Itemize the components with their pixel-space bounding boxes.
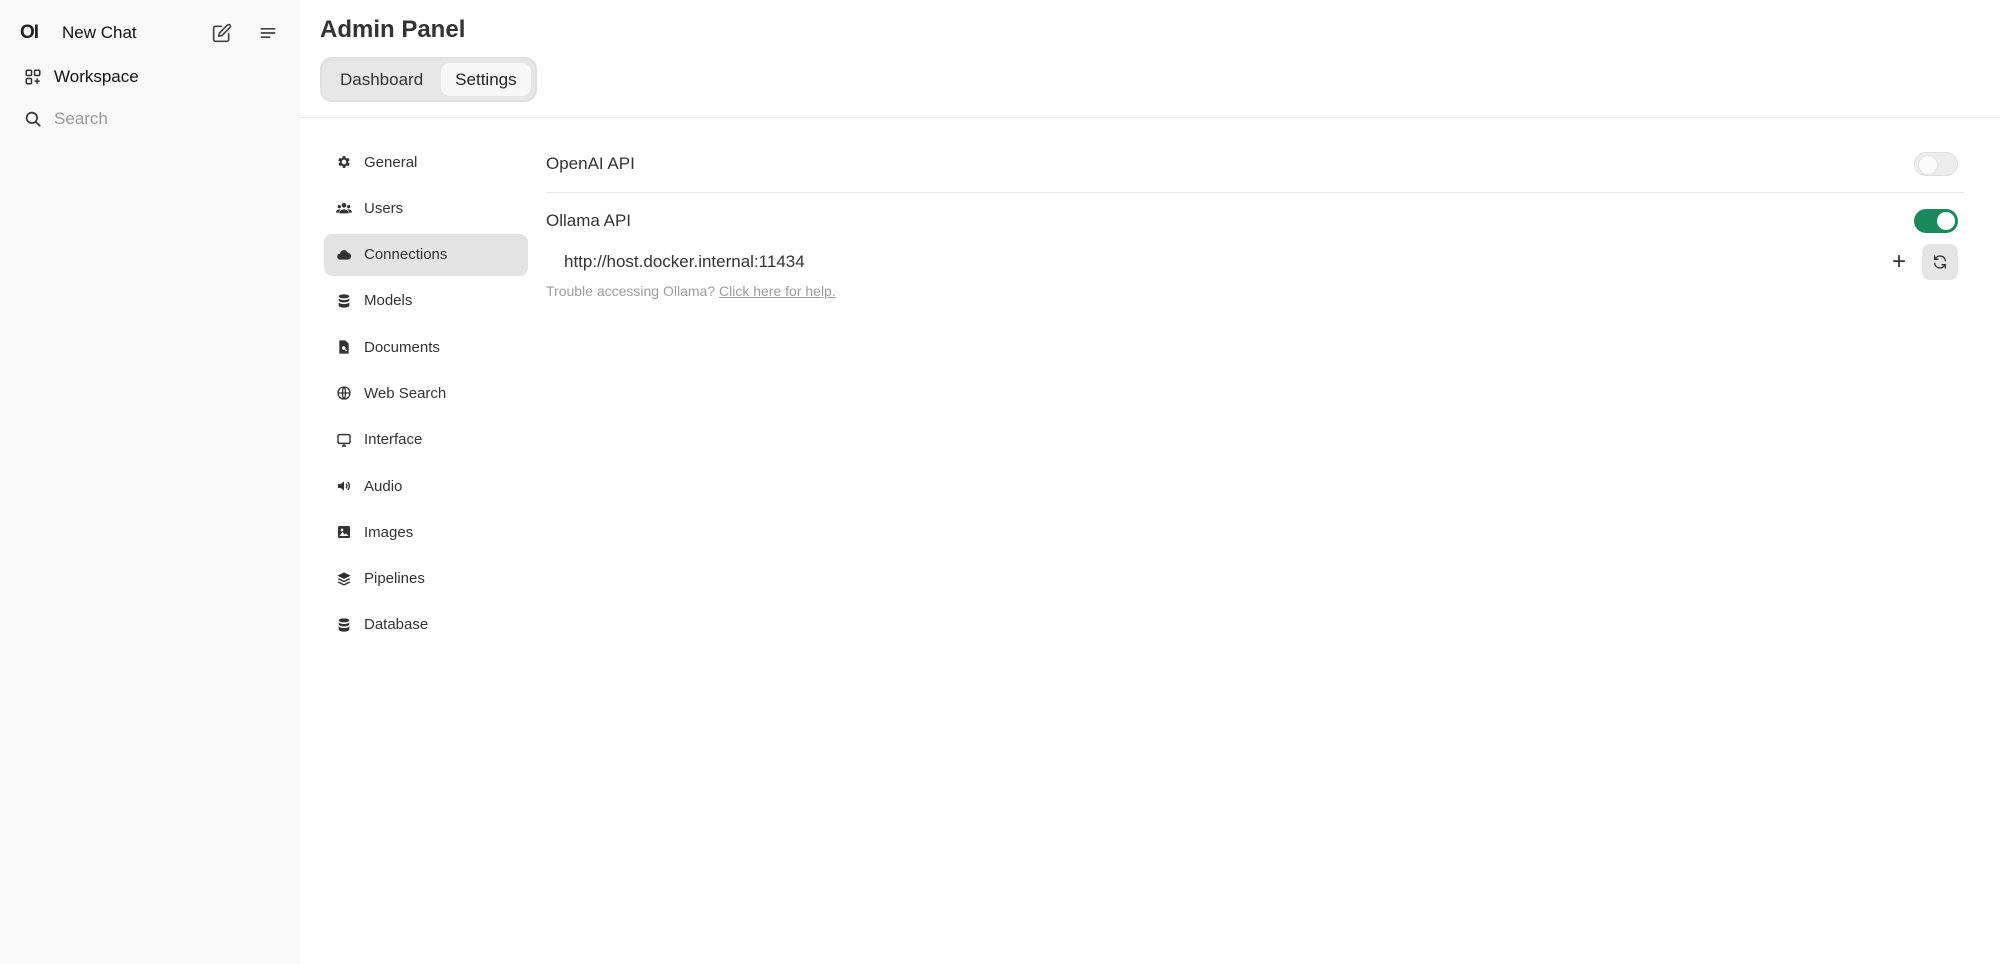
help-link[interactable]: Click here for help. [719,283,836,299]
add-connection-button[interactable]: + [1884,244,1914,280]
openai-api-row: OpenAI API [546,140,1964,188]
ollama-api-row: Ollama API [546,201,1964,241]
tab-settings[interactable]: Settings [441,63,531,96]
settings-nav-general[interactable]: General [324,141,528,183]
header-divider [300,117,2000,118]
openai-api-label: OpenAI API [546,154,635,173]
new-chat-row[interactable]: OI New Chat [20,15,137,51]
nav-label: General [364,153,418,171]
nav-label: Audio [364,477,403,495]
openai-api-toggle[interactable] [1914,152,1958,176]
ollama-url-input[interactable] [546,252,1884,272]
connections-panel: OpenAI API Ollama API + [546,140,1964,299]
settings-nav-audio[interactable]: Audio [324,465,528,507]
sidebar-search[interactable]: Search [24,101,108,137]
settings-nav-database[interactable]: Database [324,604,528,646]
layers-icon [336,571,352,587]
speaker-icon [336,478,352,494]
database-icon [336,293,352,309]
page-title: Admin Panel [320,16,466,43]
settings-nav-interface[interactable]: Interface [324,419,528,461]
new-chat-label[interactable]: New Chat [62,23,137,43]
image-icon [336,524,352,540]
search-input[interactable]: Search [54,109,108,129]
nav-label: Users [364,199,404,217]
workspace-link[interactable]: Workspace [24,59,139,95]
settings-nav-web-search[interactable]: Web Search [324,372,528,414]
refresh-icon [1934,255,1946,269]
sidebar-menu-button[interactable] [253,18,283,48]
admin-tabs: Dashboard Settings [320,57,537,102]
ollama-api-label: Ollama API [546,211,632,230]
ollama-url-row: + [546,241,1964,283]
nav-label: Database [364,616,429,634]
gear-icon [336,154,352,170]
app-logo: OI [20,22,39,43]
search-icon [25,111,41,127]
document-search-icon [336,339,352,355]
globe-icon [336,385,352,401]
database-icon [336,617,352,633]
nav-label: Models [364,292,413,310]
cloud-icon [336,247,352,263]
workspace-icon [25,69,41,85]
monitor-icon [336,432,352,448]
settings-nav-pipelines[interactable]: Pipelines [324,558,528,600]
settings-nav-documents[interactable]: Documents [324,326,528,368]
settings-nav-models[interactable]: Models [324,280,528,322]
refresh-connection-button[interactable] [1922,244,1958,280]
toggle-knob [1919,156,1937,174]
nav-label: Pipelines [364,570,425,588]
help-prefix: Trouble accessing Ollama? [546,283,716,299]
settings-nav-users[interactable]: Users [324,187,528,229]
section-divider [546,192,1964,193]
main-area: Admin Panel Dashboard Settings General U… [300,0,2000,964]
nav-label: Web Search [364,384,447,402]
settings-nav-connections[interactable]: Connections [324,233,528,276]
toggle-knob [1937,212,1955,230]
settings-nav-images[interactable]: Images [324,511,528,553]
ollama-help-text: Trouble accessing Ollama? Click here for… [546,283,1964,299]
ollama-api-toggle[interactable] [1914,209,1958,233]
nav-label: Interface [364,431,423,449]
tab-dashboard[interactable]: Dashboard [326,63,437,96]
edit-icon [212,23,232,43]
nav-label: Connections [364,246,448,264]
nav-label: Documents [364,338,440,356]
menu-icon [260,28,276,39]
users-icon [336,200,352,216]
new-chat-edit-button[interactable] [207,18,237,48]
settings-nav: General Users Connections Models Documen… [324,141,528,650]
workspace-label: Workspace [54,67,139,86]
nav-label: Images [364,523,414,541]
sidebar: OI New Chat Workspace Search [0,0,300,964]
app-root: OI New Chat Workspace Search Admin Panel… [0,0,2000,964]
